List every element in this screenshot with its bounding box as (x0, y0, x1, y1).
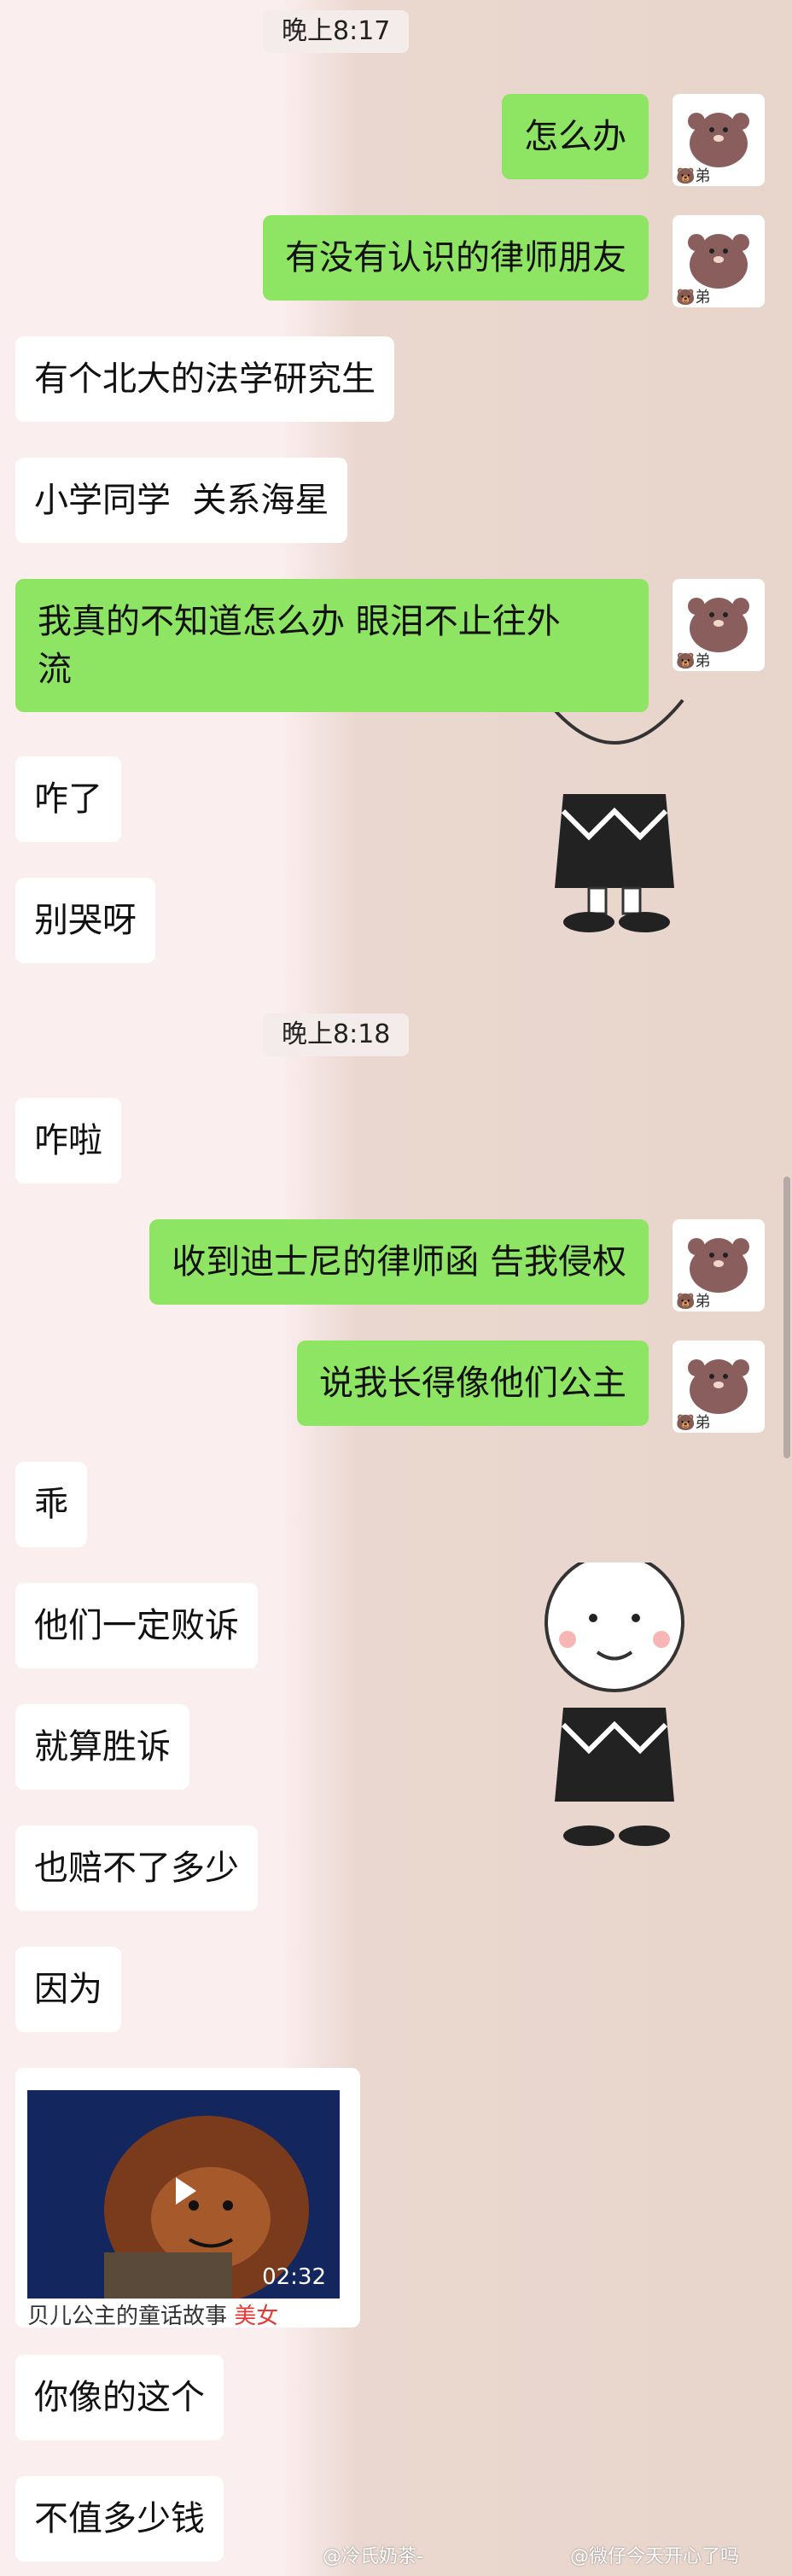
chat-bubble-right[interactable]: 怎么办 (502, 94, 649, 179)
chat-bubble-right[interactable]: 说我长得像他们公主 (297, 1341, 649, 1426)
chat-bubble-left[interactable]: 咋啦 (15, 1098, 121, 1183)
video-title: 贝儿公主的童话故事 美女 (27, 2304, 279, 2328)
chat-bubble-left[interactable]: 乖 (15, 1462, 87, 1547)
chat-bubble-left[interactable]: 就算胜诉 (15, 1704, 189, 1790)
chat-bubble-left[interactable]: 他们一定败诉 (15, 1583, 258, 1668)
scrollbar[interactable] (783, 1177, 790, 1458)
weibo-watermark-right: @微仔今天开心了吗 (570, 2546, 740, 2567)
weibo-watermark-left: @冷氏奶茶- (323, 2546, 423, 2567)
avatar-tag: 🐻弟 (676, 652, 711, 670)
video-thumbnail[interactable]: 02:32 (27, 2090, 340, 2304)
video-message-card[interactable]: 02:32 贝儿公主的童话故事 美女 (15, 2068, 360, 2328)
avatar-tag: 🐻弟 (676, 1414, 711, 1432)
chat-bubble-left[interactable]: 因为 (15, 1947, 121, 2032)
chat-bubble-left[interactable]: 小学同学 关系海星 (15, 458, 348, 543)
avatar[interactable]: 🐻弟 (673, 579, 765, 671)
avatar-tag: 🐻弟 (676, 289, 711, 307)
charlie-brown-doodle-bottom (544, 1563, 684, 1846)
avatar-tag: 🐻弟 (676, 1293, 711, 1311)
chat-bubble-left[interactable]: 别哭呀 (15, 878, 155, 963)
chat-bubble-left[interactable]: 咋了 (15, 756, 121, 842)
timestamp-chip: 晚上8:17 (263, 10, 410, 53)
chat-bubble-left[interactable]: 也赔不了多少 (15, 1825, 258, 1911)
video-duration: 02:32 (262, 2264, 326, 2290)
charlie-brown-doodle-top (544, 698, 684, 932)
chat-bubble-left[interactable]: 不值多少钱 (15, 2476, 224, 2561)
avatar-tag: 🐻弟 (676, 167, 711, 185)
chat-bubble-left[interactable]: 有个北大的法学研究生 (15, 336, 394, 422)
chat-bubble-right[interactable]: 收到迪士尼的律师函 告我侵权 (149, 1219, 649, 1305)
avatar[interactable]: 🐻弟 (673, 94, 765, 186)
chat-bubble-left[interactable]: 你像的这个 (15, 2355, 224, 2440)
avatar[interactable]: 🐻弟 (673, 215, 765, 307)
avatar[interactable]: 🐻弟 (673, 1219, 765, 1311)
avatar[interactable]: 🐻弟 (673, 1341, 765, 1433)
play-icon[interactable] (172, 2176, 198, 2206)
timestamp-chip: 晚上8:18 (263, 1013, 410, 1056)
chat-bubble-right[interactable]: 我真的不知道怎么办 眼泪不止往外 流 (15, 579, 649, 712)
chat-bubble-right[interactable]: 有没有认识的律师朋友 (263, 215, 649, 301)
